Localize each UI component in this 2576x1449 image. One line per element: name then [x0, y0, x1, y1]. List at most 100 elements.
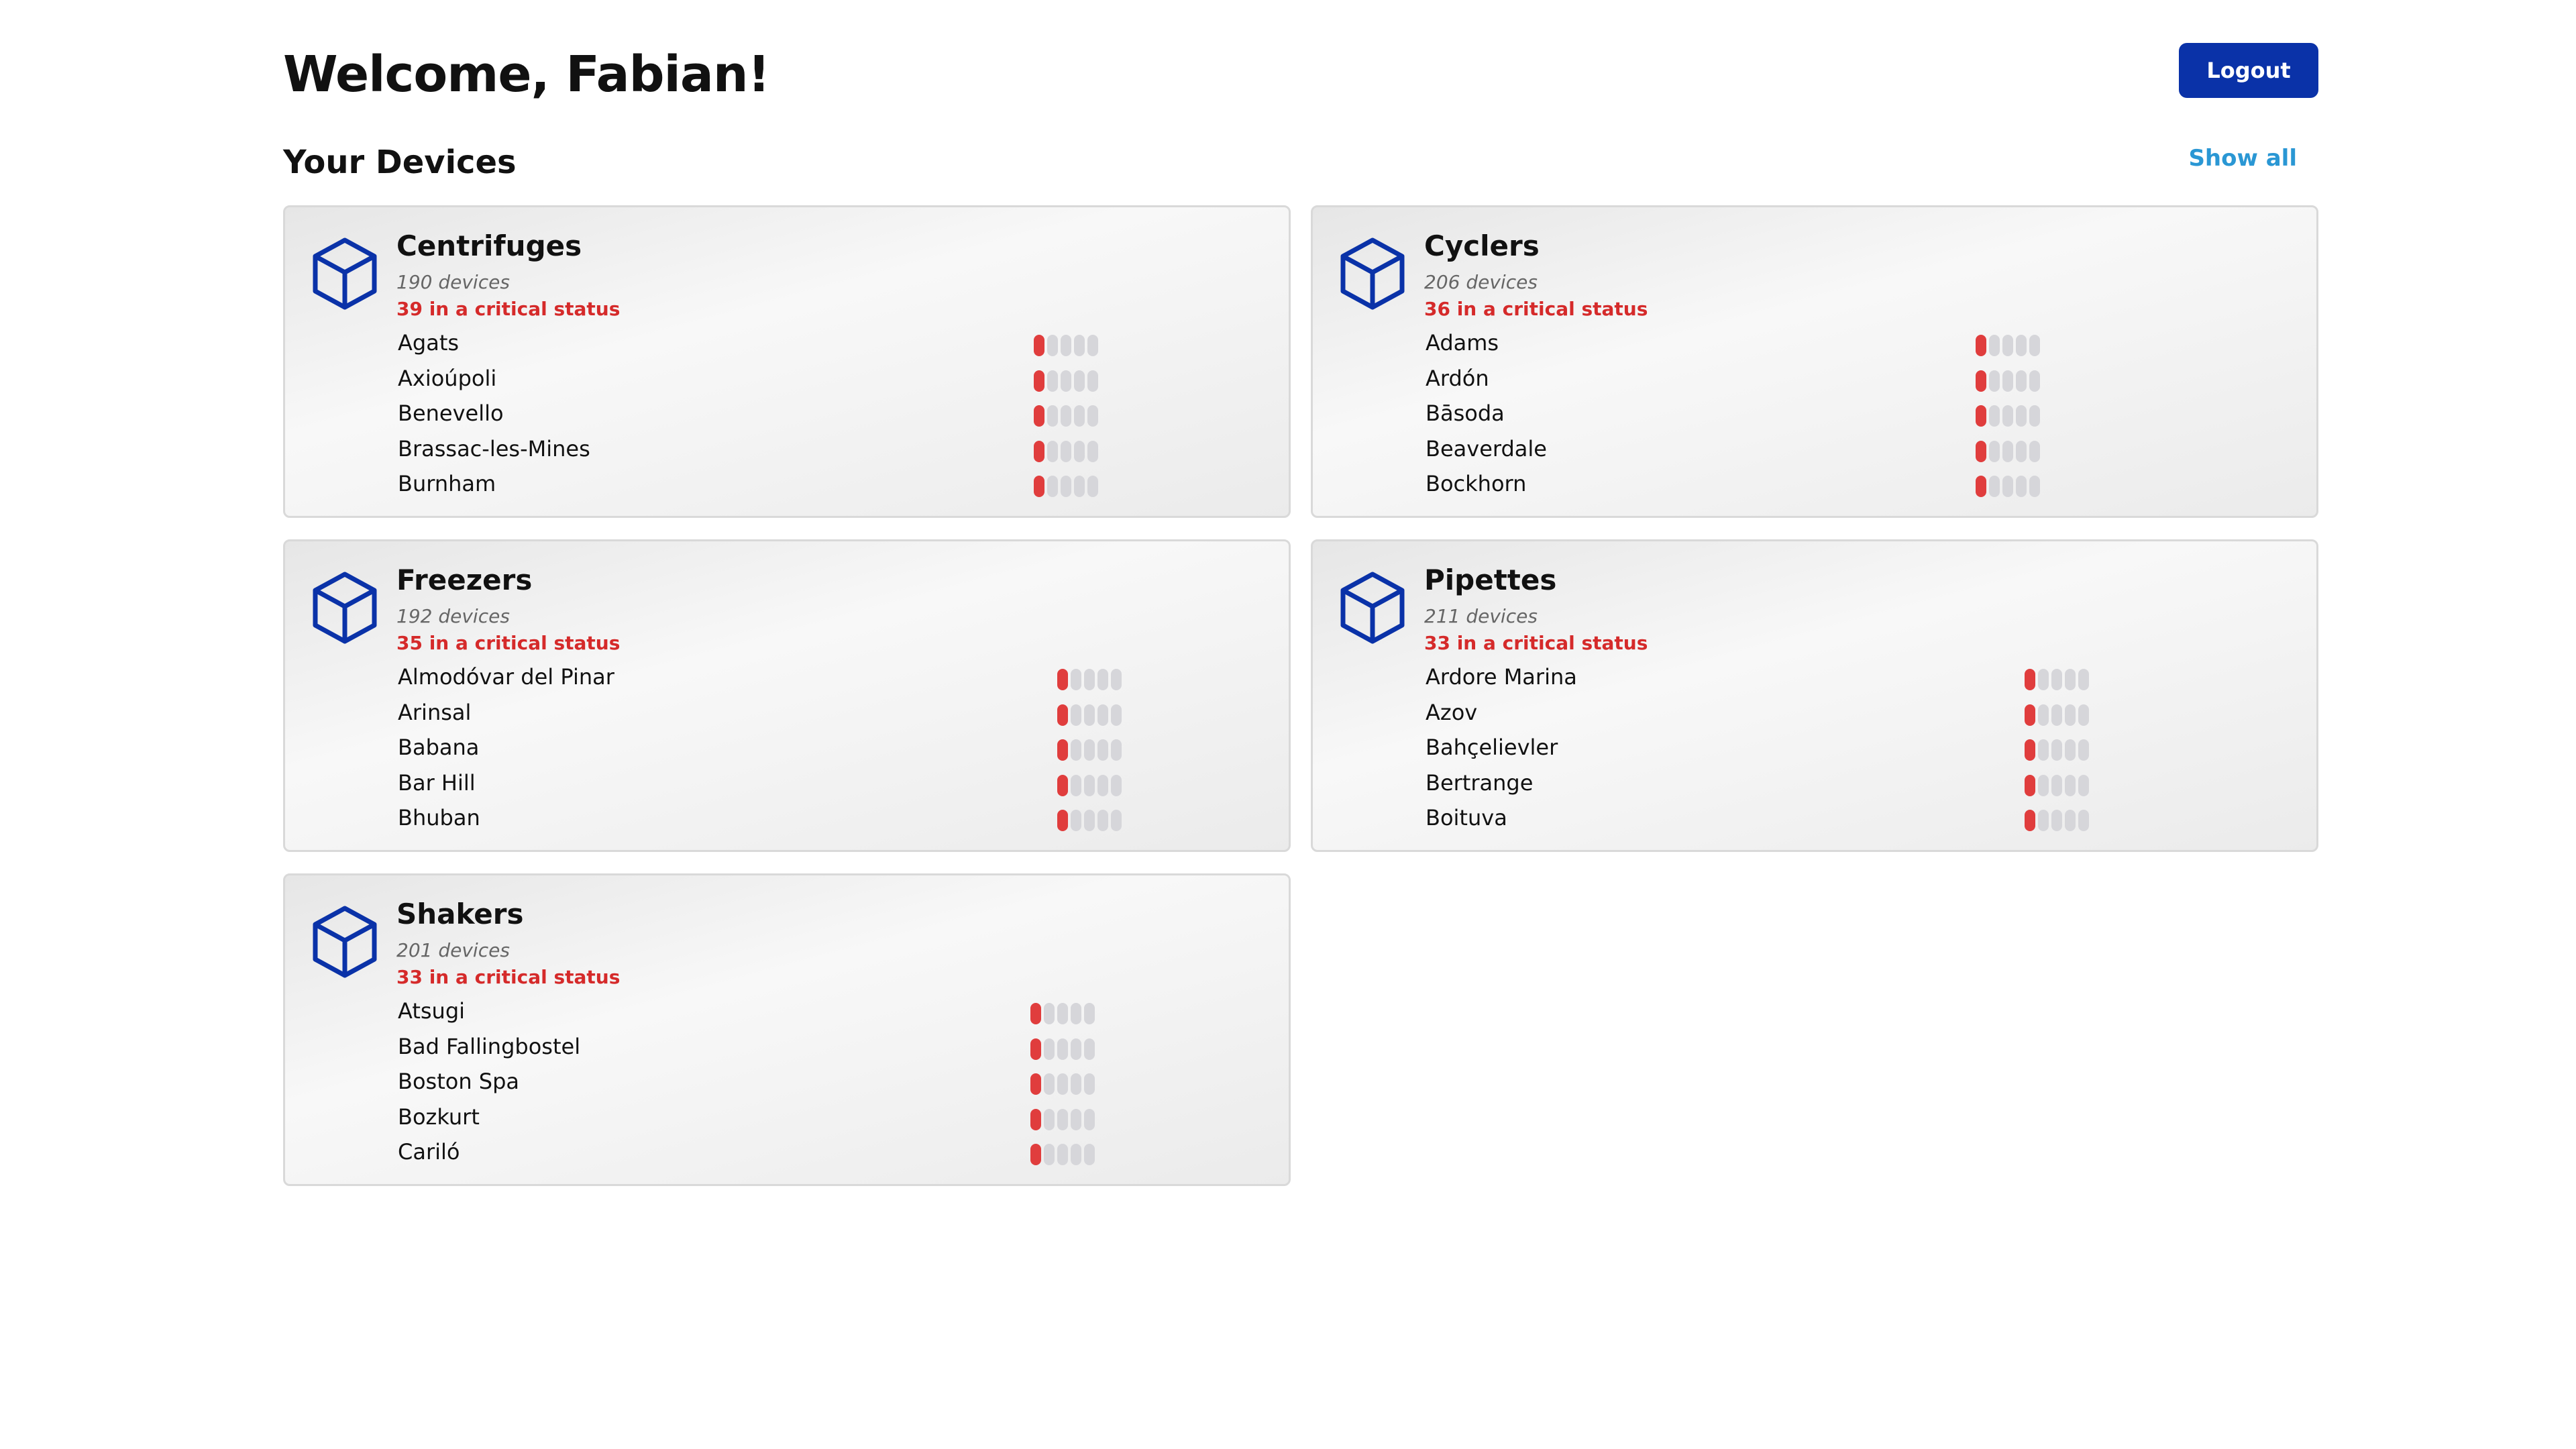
device-row[interactable]: Bhuban — [396, 800, 1269, 836]
device-row[interactable]: Bozkurt — [396, 1099, 1269, 1135]
device-row[interactable]: Agats — [396, 325, 1269, 361]
device-row[interactable]: Axioúpoli — [396, 361, 1269, 396]
device-name: Almodóvar del Pinar — [398, 664, 614, 690]
device-row[interactable]: Atsugi — [396, 994, 1269, 1029]
meter-segment — [1071, 669, 1081, 690]
device-row[interactable]: Cariló — [396, 1134, 1269, 1170]
device-list: Atsugi Bad Fallingbostel Boston Spa Bozk… — [396, 994, 1269, 1170]
device-row[interactable]: Burnham — [396, 466, 1269, 502]
meter-segment — [1989, 335, 2000, 356]
meter-segment — [2038, 810, 2049, 831]
meter-segment — [1057, 669, 1068, 690]
device-card[interactable]: Shakers 201 devices 33 in a critical sta… — [283, 873, 1291, 1186]
device-row[interactable]: Bockhorn — [1424, 466, 2296, 502]
meter-segment — [1030, 1038, 1041, 1060]
meter-segment — [1057, 1108, 1068, 1130]
meter-segment — [2029, 370, 2040, 392]
meter-segment — [1097, 810, 1108, 831]
meter-segment — [1030, 1108, 1041, 1130]
device-row[interactable]: Benevello — [396, 396, 1269, 431]
status-meter — [1976, 476, 2040, 497]
device-row[interactable]: Ardón — [1424, 361, 2296, 396]
device-row[interactable]: Adams — [1424, 325, 2296, 361]
meter-segment — [1097, 739, 1108, 761]
meter-segment — [2078, 774, 2089, 796]
device-row[interactable]: Bad Fallingbostel — [396, 1029, 1269, 1065]
meter-segment — [2065, 774, 2076, 796]
meter-segment — [1047, 440, 1058, 462]
device-count: 192 devices — [396, 605, 510, 627]
meter-segment — [2078, 810, 2089, 831]
meter-segment — [2038, 669, 2049, 690]
meter-segment — [1084, 1003, 1095, 1024]
status-meter — [1976, 335, 2040, 356]
meter-segment — [2002, 440, 2013, 462]
meter-segment — [2078, 669, 2089, 690]
device-row[interactable]: Azov — [1424, 695, 2296, 731]
device-row[interactable]: Arinsal — [396, 695, 1269, 731]
device-row[interactable]: Babana — [396, 730, 1269, 765]
device-row[interactable]: Bahçelievler — [1424, 730, 2296, 765]
meter-segment — [1044, 1144, 1055, 1165]
device-row[interactable]: Bertrange — [1424, 765, 2296, 801]
logout-button[interactable]: Logout — [2179, 43, 2318, 98]
meter-segment — [2051, 704, 2062, 726]
status-meter — [1034, 335, 1098, 356]
meter-segment — [1047, 370, 1058, 392]
meter-segment — [1084, 1144, 1095, 1165]
device-row[interactable]: Boston Spa — [396, 1064, 1269, 1099]
device-name: Bhuban — [398, 805, 480, 830]
meter-segment — [1111, 704, 1122, 726]
meter-segment — [2078, 739, 2089, 761]
status-meter — [1030, 1144, 1095, 1165]
meter-segment — [2025, 774, 2035, 796]
device-name: Bockhorn — [1426, 471, 1527, 496]
meter-segment — [1084, 810, 1095, 831]
device-name: Bahçelievler — [1426, 735, 1558, 760]
meter-segment — [1074, 440, 1085, 462]
meter-segment — [1071, 774, 1081, 796]
meter-segment — [2016, 370, 2027, 392]
device-count: 201 devices — [396, 939, 510, 961]
device-name: Axioúpoli — [398, 365, 497, 391]
device-card[interactable]: Freezers 192 devices 35 in a critical st… — [283, 539, 1291, 852]
meter-segment — [2065, 739, 2076, 761]
device-row[interactable]: Brassac-les-Mines — [396, 431, 1269, 467]
device-name: Burnham — [398, 471, 496, 496]
device-row[interactable]: Bāsoda — [1424, 396, 2296, 431]
device-name: Adams — [1426, 330, 1499, 356]
device-card[interactable]: Cyclers 206 devices 36 in a critical sta… — [1311, 205, 2318, 518]
device-grid: Centrifuges 190 devices 39 in a critical… — [283, 205, 2318, 1186]
device-card[interactable]: Centrifuges 190 devices 39 in a critical… — [283, 205, 1291, 518]
meter-segment — [1044, 1003, 1055, 1024]
meter-segment — [1084, 1108, 1095, 1130]
meter-segment — [1074, 370, 1085, 392]
card-title: Shakers — [396, 898, 524, 930]
meter-segment — [1057, 739, 1068, 761]
device-name: Ardore Marina — [1426, 664, 1577, 690]
meter-segment — [1071, 1038, 1081, 1060]
device-row[interactable]: Beaverdale — [1424, 431, 2296, 467]
meter-segment — [2065, 810, 2076, 831]
device-card[interactable]: Pipettes 211 devices 33 in a critical st… — [1311, 539, 2318, 852]
status-meter — [1057, 810, 1122, 831]
status-meter — [2025, 810, 2089, 831]
device-list: Agats Axioúpoli Benevello Brassac-les-Mi… — [396, 325, 1269, 502]
device-row[interactable]: Boituva — [1424, 800, 2296, 836]
device-row[interactable]: Bar Hill — [396, 765, 1269, 801]
device-count: 190 devices — [396, 271, 510, 293]
status-meter — [1057, 774, 1122, 796]
device-name: Beaverdale — [1426, 435, 1547, 462]
device-name: Boston Spa — [398, 1069, 520, 1094]
meter-segment — [1097, 704, 1108, 726]
meter-segment — [2025, 704, 2035, 726]
cube-icon — [1340, 572, 1405, 644]
device-row[interactable]: Ardore Marina — [1424, 659, 2296, 695]
device-row[interactable]: Almodóvar del Pinar — [396, 659, 1269, 695]
meter-segment — [1071, 704, 1081, 726]
critical-status: 35 in a critical status — [396, 632, 621, 654]
device-list: Adams Ardón Bāsoda Beaverdale Bockhorn — [1424, 325, 2296, 502]
show-all-link[interactable]: Show all — [2188, 142, 2297, 174]
meter-segment — [1087, 335, 1098, 356]
meter-segment — [1074, 476, 1085, 497]
